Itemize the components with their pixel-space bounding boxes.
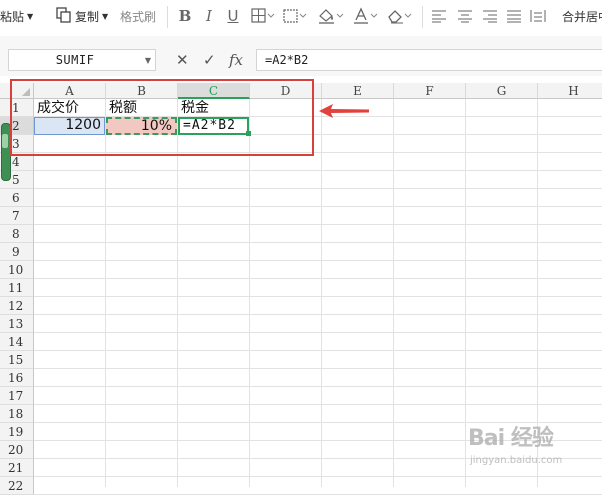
grid-line-horizontal — [34, 386, 602, 387]
borders-button[interactable] — [250, 6, 276, 26]
grid-line-horizontal — [34, 260, 602, 261]
copy-button[interactable]: 复制 ▼ — [56, 6, 108, 26]
cell-style-button[interactable] — [282, 6, 308, 26]
name-box[interactable]: SUMIF ▼ — [8, 49, 156, 71]
align-right-button[interactable] — [481, 6, 499, 26]
toolbar-divider — [422, 6, 423, 28]
grid-line-vertical — [105, 99, 106, 487]
highlight-box — [10, 79, 314, 156]
row-header-20[interactable]: 20 — [0, 441, 34, 459]
chevron-down-icon: ▼ — [27, 11, 34, 21]
cancel-formula-button[interactable]: ✕ — [176, 49, 189, 71]
formula-input[interactable]: =A2*B2 — [256, 49, 602, 71]
arrow-left-icon — [319, 103, 371, 122]
justify-icon — [507, 10, 521, 23]
align-left-icon — [432, 10, 446, 23]
row-header-11[interactable]: 11 — [0, 279, 34, 297]
paste-button[interactable]: 粘贴 ▼ — [0, 6, 33, 26]
grid-line-horizontal — [34, 206, 602, 207]
toolbar-divider — [167, 6, 168, 28]
row-header-21[interactable]: 21 — [0, 459, 34, 477]
grid-line-vertical — [465, 99, 466, 487]
justify-button[interactable] — [505, 6, 523, 26]
grid-line-horizontal — [34, 278, 602, 279]
distributed-align-button[interactable] — [529, 6, 547, 26]
underline-button[interactable]: U — [224, 6, 242, 26]
check-icon: ✓ — [203, 51, 216, 69]
column-header-h[interactable]: H — [538, 83, 602, 99]
font-color-button[interactable] — [352, 6, 380, 26]
column-header-f[interactable]: F — [394, 83, 466, 99]
format-painter-label: 格式刷 — [120, 9, 157, 24]
row-header-17[interactable]: 17 — [0, 387, 34, 405]
align-top-left-button[interactable] — [430, 6, 448, 26]
grid-line-horizontal — [34, 224, 602, 225]
column-header-e[interactable]: E — [322, 83, 394, 99]
fill-color-icon — [319, 9, 344, 24]
insert-function-button[interactable]: fx — [229, 49, 243, 71]
row-header-15[interactable]: 15 — [0, 351, 34, 369]
grid-line-vertical — [177, 99, 178, 487]
font-color-icon — [354, 7, 378, 24]
paste-label: 粘贴 — [0, 9, 25, 24]
watermark-logo: Bai 经验 — [468, 426, 554, 451]
row-header-8[interactable]: 8 — [0, 225, 34, 243]
fill-color-button[interactable] — [316, 6, 346, 26]
grid-line-horizontal — [34, 242, 602, 243]
copy-label: 复制 — [75, 9, 100, 24]
grid-line-horizontal — [34, 314, 602, 315]
chevron-down-icon[interactable]: ▼ — [141, 56, 155, 65]
formula-bar: SUMIF ▼ ✕ ✓ fx =A2*B2 — [0, 36, 602, 76]
clear-format-button[interactable] — [385, 6, 415, 26]
row-header-10[interactable]: 10 — [0, 261, 34, 279]
row-header-16[interactable]: 16 — [0, 369, 34, 387]
column-header-g[interactable]: G — [466, 83, 538, 99]
bold-button[interactable]: B — [176, 6, 194, 26]
align-center-icon — [458, 10, 472, 23]
formula-text: =A2*B2 — [265, 53, 309, 67]
cell-style-icon — [283, 9, 307, 23]
align-right-icon — [483, 10, 497, 23]
grid-line-horizontal — [34, 476, 602, 477]
grid-line-horizontal — [34, 332, 602, 333]
grid-line-vertical — [393, 99, 394, 487]
row-header-12[interactable]: 12 — [0, 297, 34, 315]
underline-label: U — [227, 7, 239, 25]
align-center-button[interactable] — [456, 6, 474, 26]
row-header-13[interactable]: 13 — [0, 315, 34, 333]
copy-icon — [56, 6, 72, 26]
format-painter-button[interactable]: 格式刷 — [120, 6, 156, 26]
italic-label: I — [206, 7, 212, 25]
close-icon: ✕ — [176, 51, 189, 69]
name-box-value: SUMIF — [55, 53, 95, 67]
grid-line-horizontal — [34, 350, 602, 351]
row-header-6[interactable]: 6 — [0, 189, 34, 207]
ribbon-toolbar: 粘贴 ▼ 复制 ▼ 格式刷 B I U 合并居 — [0, 0, 602, 37]
row-header-19[interactable]: 19 — [0, 423, 34, 441]
row-header-7[interactable]: 7 — [0, 207, 34, 225]
grid-line-horizontal — [34, 188, 602, 189]
grid-line-horizontal — [34, 170, 602, 171]
confirm-formula-button[interactable]: ✓ — [203, 49, 216, 71]
grid-line-horizontal — [34, 296, 602, 297]
italic-button[interactable]: I — [201, 6, 217, 26]
fx-icon: fx — [229, 51, 244, 69]
watermark-url: jingyan.baidu.com — [470, 455, 563, 466]
grid-line-horizontal — [34, 368, 602, 369]
grid-line-vertical — [249, 99, 250, 487]
grid-line-vertical — [321, 99, 322, 487]
eraser-icon — [388, 10, 412, 24]
merge-center-button[interactable]: 合并居中 — [562, 6, 602, 26]
row-header-9[interactable]: 9 — [0, 243, 34, 261]
merge-center-label: 合并居中 — [562, 9, 602, 24]
row-header-14[interactable]: 14 — [0, 333, 34, 351]
scrollbar-grip-highlight — [2, 134, 8, 148]
bold-label: B — [178, 7, 192, 25]
distributed-align-icon — [530, 10, 546, 22]
row-header-18[interactable]: 18 — [0, 405, 34, 423]
borders-icon — [251, 8, 275, 23]
grid-line-horizontal — [34, 404, 602, 405]
chevron-down-icon: ▼ — [102, 11, 109, 21]
row-header-22[interactable]: 22 — [0, 477, 34, 495]
